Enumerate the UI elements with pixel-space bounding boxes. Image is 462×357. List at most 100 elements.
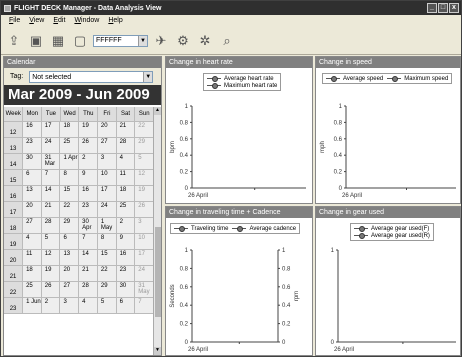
import-icon[interactable]: ⇪ (5, 32, 23, 50)
scroll-down-icon[interactable]: ▼ (154, 347, 161, 355)
minimize-button[interactable]: _ (427, 3, 437, 13)
calendar-day[interactable]: 7 (135, 298, 154, 314)
calendar-day[interactable]: 27 (97, 138, 117, 154)
calendar-day[interactable]: 21 (41, 202, 61, 218)
calendar-day[interactable]: 25 (60, 138, 80, 154)
calendar-day[interactable]: 24 (41, 138, 61, 154)
calendar-day[interactable]: 23 (116, 266, 136, 282)
calendar-day[interactable]: 26 (41, 282, 61, 298)
title-bar[interactable]: FLIGHT DECK Manager - Data Analysis View… (1, 1, 461, 15)
calendar-day[interactable]: 12 (41, 250, 61, 266)
calendar-day[interactable]: 28 (79, 282, 98, 298)
calendar-day[interactable]: 4 (79, 298, 98, 314)
calendar-day[interactable]: 15 (60, 186, 80, 202)
calendar-day[interactable]: 6 (60, 234, 80, 250)
calendar-day[interactable]: 24 (135, 266, 154, 282)
gear-icon[interactable]: ✲ (196, 32, 214, 50)
calendar-day[interactable]: 1 Jun (23, 298, 42, 314)
calendar-day[interactable]: 1 Apr (60, 154, 80, 170)
calendar-scrollbar[interactable]: ▲ ▼ (153, 107, 161, 355)
bike-icon[interactable]: ⚙ (174, 32, 192, 50)
calendar-day[interactable]: 20 (23, 202, 42, 218)
chevron-down-icon[interactable]: ▼ (143, 71, 153, 82)
calendar-day[interactable]: 13 (60, 250, 80, 266)
calendar-day[interactable]: 3 (60, 298, 80, 314)
calendar-day[interactable]: 21 (116, 122, 136, 138)
calendar-day[interactable]: 6 (116, 298, 136, 314)
calendar-day[interactable]: 12 (135, 170, 154, 186)
calendar-icon[interactable]: ▦ (49, 32, 67, 50)
calendar-day[interactable]: 8 (97, 234, 117, 250)
calendar-day[interactable]: 25 (23, 282, 42, 298)
calendar-day[interactable]: 31 May (135, 282, 154, 298)
calendar-day[interactable]: 17 (97, 186, 117, 202)
calendar-day[interactable]: 19 (41, 266, 61, 282)
calendar-day[interactable]: 5 (97, 298, 117, 314)
calendar-day[interactable]: 16 (23, 122, 42, 138)
calendar-day[interactable]: 8 (60, 170, 80, 186)
scroll-up-icon[interactable]: ▲ (154, 107, 161, 115)
scroll-thumb[interactable] (155, 227, 161, 317)
calendar-day[interactable]: 24 (97, 202, 117, 218)
menu-help[interactable]: Help (108, 17, 122, 24)
calendar-day[interactable]: 10 (135, 234, 154, 250)
calendar-day[interactable]: 2 (116, 218, 136, 234)
calendar-day[interactable]: 9 (79, 170, 98, 186)
menu-view[interactable]: View (29, 17, 44, 24)
calendar-day[interactable]: 22 (97, 266, 117, 282)
calendar-day[interactable]: 4 (23, 234, 42, 250)
calendar-day[interactable]: 18 (60, 122, 80, 138)
map-icon[interactable]: ✈ (152, 32, 170, 50)
calendar-day[interactable]: 5 (135, 154, 154, 170)
calendar-day[interactable]: 21 (79, 266, 98, 282)
calendar-day[interactable]: 30 (23, 154, 42, 170)
calendar-day[interactable]: 17 (135, 250, 154, 266)
calendar-day[interactable]: 2 (79, 154, 98, 170)
menu-file[interactable]: File (9, 17, 20, 24)
menu-window[interactable]: Window (74, 17, 99, 24)
calendar-day[interactable]: 17 (41, 122, 61, 138)
calendar-day[interactable]: 23 (79, 202, 98, 218)
calendar-day[interactable]: 31 Mar (41, 154, 61, 170)
calendar-day[interactable]: 27 (60, 282, 80, 298)
tag-select[interactable]: Not selected ▼ (29, 70, 154, 83)
calendar-day[interactable]: 3 (135, 218, 154, 234)
calendar-day[interactable]: 29 (135, 138, 154, 154)
calendar-day[interactable]: 19 (135, 186, 154, 202)
close-button[interactable]: x (449, 3, 459, 13)
color-swatch-icon[interactable]: ▢ (71, 32, 89, 50)
calendar-day[interactable]: 29 (97, 282, 117, 298)
color-input[interactable]: FFFFFF ▼ (93, 34, 148, 47)
calendar-day[interactable]: 10 (97, 170, 117, 186)
calendar-day[interactable]: 19 (79, 122, 98, 138)
calendar-day[interactable]: 30 Apr (79, 218, 98, 234)
calendar-day[interactable]: 7 (79, 234, 98, 250)
calendar-day[interactable]: 28 (41, 218, 61, 234)
calendar-day[interactable]: 16 (116, 250, 136, 266)
calendar-day[interactable]: 22 (60, 202, 80, 218)
calendar-day[interactable]: 1 May (97, 218, 117, 234)
calendar-day[interactable]: 30 (116, 282, 136, 298)
calendar-day[interactable]: 28 (116, 138, 136, 154)
calendar-day[interactable]: 29 (60, 218, 80, 234)
calendar-day[interactable]: 11 (23, 250, 42, 266)
calendar-day[interactable]: 14 (41, 186, 61, 202)
calendar-day[interactable]: 25 (116, 202, 136, 218)
calendar-day[interactable]: 18 (116, 186, 136, 202)
calendar-day[interactable]: 20 (60, 266, 80, 282)
calendar-day[interactable]: 18 (23, 266, 42, 282)
calendar-day[interactable]: 15 (97, 250, 117, 266)
device-icon[interactable]: ▣ (27, 32, 45, 50)
calendar-day[interactable]: 7 (41, 170, 61, 186)
calendar-day[interactable]: 2 (41, 298, 61, 314)
calendar-day[interactable]: 6 (23, 170, 42, 186)
calendar-day[interactable]: 13 (23, 186, 42, 202)
calendar-day[interactable]: 27 (23, 218, 42, 234)
calendar-day[interactable]: 11 (116, 170, 136, 186)
calendar-day[interactable]: 3 (97, 154, 117, 170)
calendar-day[interactable]: 5 (41, 234, 61, 250)
menu-edit[interactable]: Edit (53, 17, 65, 24)
maximize-button[interactable]: □ (438, 3, 448, 13)
calendar-day[interactable]: 22 (135, 122, 154, 138)
calendar-day[interactable]: 26 (79, 138, 98, 154)
